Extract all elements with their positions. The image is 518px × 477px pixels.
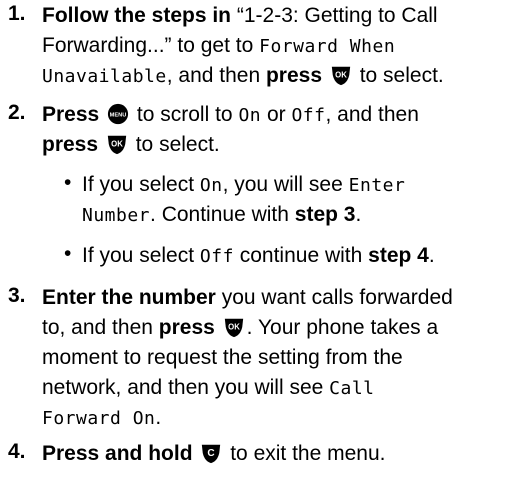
display-text: Enter bbox=[348, 175, 406, 196]
step-text-fragment: , and then bbox=[166, 64, 266, 87]
clear-key-label: C bbox=[208, 448, 215, 459]
step-quote-cont: Forwarding...” to get to bbox=[42, 34, 260, 57]
step-text-fragment: network, and then you will see bbox=[42, 376, 330, 399]
step-text-fragment: to scroll to bbox=[131, 103, 239, 126]
display-text: On bbox=[199, 175, 223, 196]
step-emphasis: Press bbox=[42, 103, 100, 126]
ok-key-label: OK bbox=[111, 139, 123, 148]
step-emphasis: Enter the number bbox=[42, 286, 216, 309]
display-text: On bbox=[238, 105, 262, 126]
bullet-emphasis: step 3 bbox=[294, 203, 356, 226]
step-emphasis: Follow the steps in bbox=[42, 4, 232, 27]
step-text-fragment: to exit the menu. bbox=[224, 442, 386, 465]
display-text: Off bbox=[291, 105, 326, 126]
step-text: Enter the number you want calls forwarde… bbox=[42, 284, 514, 434]
bullet-emphasis: step 4 bbox=[368, 244, 429, 267]
step-number: 4. bbox=[8, 440, 26, 463]
step-text-fragment: to, and then bbox=[42, 316, 159, 339]
bullet-fragment: . Continue with bbox=[150, 203, 295, 226]
step-emphasis: press bbox=[42, 133, 99, 156]
ok-key-label: OK bbox=[335, 70, 347, 79]
display-text: Forward On bbox=[42, 408, 156, 429]
clear-key-icon: C bbox=[202, 444, 221, 464]
step-text-fragment: to select. bbox=[353, 64, 444, 87]
bullet-text: If you select Off continue with step 4. bbox=[82, 242, 514, 272]
ok-key-label: OK bbox=[228, 322, 240, 331]
display-text: Call bbox=[329, 378, 375, 399]
display-text: Off bbox=[199, 246, 234, 267]
bullet-fragment: . bbox=[428, 244, 435, 267]
display-text: Forward When bbox=[259, 36, 396, 57]
step-emphasis: Press and hold bbox=[42, 442, 193, 465]
step-number: 1. bbox=[8, 2, 26, 25]
step-text-fragment: , and then bbox=[325, 103, 419, 126]
step-emphasis: press bbox=[265, 64, 323, 87]
step-text-fragment: . bbox=[155, 406, 162, 429]
step-emphasis: press bbox=[158, 316, 215, 339]
bullet-text: If you select On, you will see Enter Num… bbox=[82, 171, 514, 231]
step-text-fragment: moment to request the setting from the bbox=[42, 346, 403, 369]
bullet-fragment: . bbox=[355, 203, 362, 226]
step-text: Press MENU to scroll to On or Off, and t… bbox=[42, 101, 514, 161]
step-text: Press and hold C to exit the menu. bbox=[42, 440, 514, 470]
step-number: 3. bbox=[8, 284, 26, 307]
menu-key-icon: MENU bbox=[107, 103, 129, 125]
bullet-fragment: , you will see bbox=[222, 173, 349, 196]
display-text: Unavailable bbox=[42, 66, 167, 87]
ok-key-icon: OK bbox=[107, 135, 127, 155]
ok-key-icon: OK bbox=[331, 66, 351, 86]
bullet-dot: • bbox=[64, 242, 72, 265]
step-text-fragment: . Your phone takes a bbox=[246, 316, 439, 339]
ok-key-icon: OK bbox=[224, 318, 243, 338]
bullet-fragment: continue with bbox=[233, 244, 369, 267]
step-text-fragment: to select. bbox=[129, 133, 220, 156]
display-text: Number bbox=[82, 205, 151, 226]
bullet-fragment: If you select bbox=[82, 173, 200, 196]
step-text-fragment: or bbox=[261, 103, 292, 126]
instruction-page: 1. Follow the steps in “1-2-3: Getting t… bbox=[0, 0, 518, 477]
step-text: Follow the steps in “1-2-3: Getting to C… bbox=[42, 2, 514, 92]
menu-key-label: MENU bbox=[110, 112, 127, 118]
bullet-dot: • bbox=[64, 171, 72, 194]
step-quote: “1-2-3: Getting to Call bbox=[231, 4, 438, 27]
step-text-fragment: you want calls forwarded bbox=[215, 286, 453, 309]
bullet-fragment: If you select bbox=[82, 244, 200, 267]
step-number: 2. bbox=[8, 101, 26, 124]
